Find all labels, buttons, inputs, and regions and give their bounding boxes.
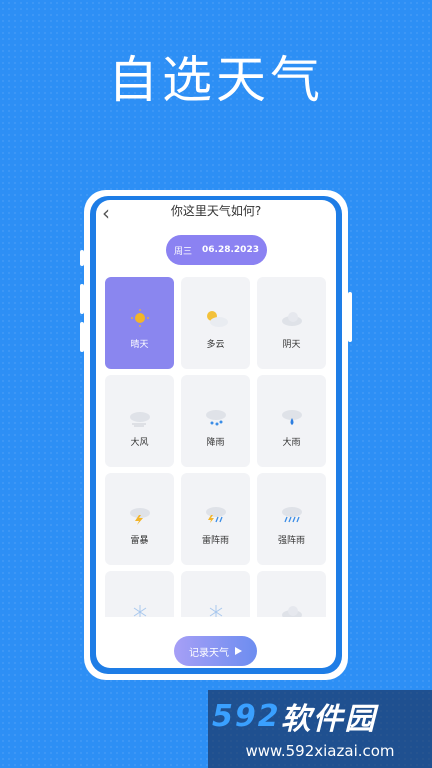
weather-option[interactable]: 雷暴 (105, 473, 174, 565)
partly-cloudy-icon (206, 311, 228, 327)
weather-option-label: 雷暴 (130, 536, 149, 546)
record-weather-label: 记录天气 (189, 647, 229, 659)
weather-option-label: 降雨 (206, 438, 225, 448)
phone-side-button (80, 250, 84, 266)
weather-option-label: 多云 (206, 340, 225, 350)
weather-option[interactable] (257, 571, 326, 617)
app-screen: ‹ 你这里天气如何? 周三 06.28.2023 晴天 多云 阴天 大风 降雨 大雨 雷暴雷… (96, 200, 336, 668)
weather-option-label: 晴天 (130, 340, 149, 350)
cloudy-icon (281, 606, 302, 617)
weather-grid: 晴天 多云 阴天大风 降雨 大雨雷暴 雷阵雨 强阵雨 (105, 277, 328, 617)
page-headline: 自选天气 (108, 51, 324, 109)
heavy-shower-icon (281, 507, 302, 523)
phone-side-button (80, 322, 84, 352)
snow-icon (209, 605, 222, 617)
play-arrow-icon (235, 647, 242, 655)
sunny-icon (130, 309, 149, 327)
windy-icon (129, 412, 150, 427)
weather-option[interactable]: 雷阵雨 (181, 473, 250, 565)
phone-power-button (348, 292, 352, 342)
weather-option-label: 大雨 (282, 438, 301, 448)
thunderstorm-icon (129, 508, 150, 525)
date-label: 06.28.2023 (202, 245, 259, 255)
heavy-rain-icon (281, 410, 302, 425)
thunder-shower-icon (205, 507, 226, 523)
date-pill[interactable]: 周三 06.28.2023 (166, 235, 267, 265)
watermark-number: 592 (212, 698, 281, 734)
cloudy-icon (281, 312, 302, 326)
weather-option[interactable]: 降雨 (181, 375, 250, 467)
weather-option-label: 大风 (130, 438, 149, 448)
weather-option[interactable]: 多云 (181, 277, 250, 369)
weekday-label: 周三 (174, 246, 193, 257)
phone-side-button (80, 284, 84, 314)
weather-option-label: 强阵雨 (277, 536, 305, 546)
watermark-logo: 592 软件园 (212, 694, 428, 738)
record-weather-button[interactable]: 记录天气 (174, 636, 257, 666)
watermark-text: 软件园 (280, 702, 377, 737)
weather-option-label: 阴天 (282, 340, 301, 350)
weather-option[interactable]: 晴天 (105, 277, 174, 369)
snow-icon (133, 605, 146, 617)
screen-title: 你这里天气如何? (170, 204, 262, 218)
weather-option[interactable] (181, 571, 250, 617)
watermark-url: www.592xiazai.com (245, 742, 395, 760)
weather-option[interactable]: 阴天 (257, 277, 326, 369)
weather-option-label: 雷阵雨 (201, 536, 229, 546)
weather-option[interactable]: 大雨 (257, 375, 326, 467)
weather-option[interactable]: 强阵雨 (257, 473, 326, 565)
weather-option[interactable]: 大风 (105, 375, 174, 467)
rain-icon (205, 410, 226, 426)
weather-option[interactable] (105, 571, 174, 617)
